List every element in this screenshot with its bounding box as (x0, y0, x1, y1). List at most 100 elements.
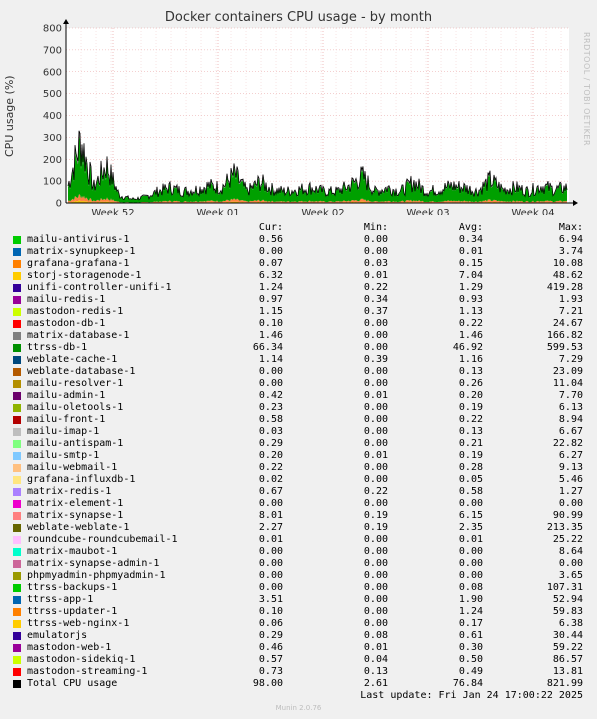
legend-swatch (13, 356, 21, 364)
legend-name: ttrss-app-1 (27, 594, 94, 605)
legend-name: mailu-redis-1 (27, 294, 106, 305)
legend-min: 0.37 (363, 306, 388, 317)
legend-avg: 0.13 (458, 366, 483, 377)
legend-swatch (13, 524, 21, 532)
legend-swatch (13, 464, 21, 472)
legend-row: weblate-weblate-1 2.27 0.19 2.35 213.35 (10, 522, 590, 534)
legend-name: mailu-antivirus-1 (27, 234, 130, 245)
legend-avg: 0.19 (458, 450, 483, 461)
legend-max: 6.27 (558, 450, 583, 461)
legend-name: mailu-webmail-1 (27, 462, 118, 473)
legend-swatch (13, 296, 21, 304)
legend-name: mailu-front-1 (27, 414, 106, 425)
legend-max: 107.31 (546, 582, 583, 593)
y-tick-label: 0 (56, 199, 62, 210)
legend-cur: 0.02 (258, 474, 283, 485)
legend-name: mailu-antispam-1 (27, 438, 124, 449)
legend-cur: 0.42 (258, 390, 283, 401)
legend-min: 0.00 (363, 378, 388, 389)
legend-name: ttrss-backups-1 (27, 582, 118, 593)
legend-name: ttrss-web-nginx-1 (27, 618, 130, 629)
x-tick-label: Week 04 (511, 208, 554, 215)
legend-cur: 0.29 (258, 438, 283, 449)
legend-name: roundcube-roundcubemail-1 (27, 534, 178, 545)
legend-max: 3.74 (558, 246, 583, 257)
legend-min: 0.13 (363, 666, 388, 677)
legend-avg: 0.00 (458, 558, 483, 569)
legend-cur: 1.24 (258, 282, 283, 293)
legend-name: mailu-oletools-1 (27, 402, 124, 413)
legend-avg: 46.92 (452, 342, 483, 353)
legend-table: Cur: Min: Avg: Max: mailu-antivirus-1 0.5… (10, 222, 590, 690)
x-tick-labels: Week 52 Week 01 Week 02 Week 03 Week 04 (91, 208, 554, 215)
legend-max: 11.04 (552, 378, 583, 389)
legend-cur: 0.20 (258, 450, 283, 461)
legend-max: 8.94 (558, 414, 583, 425)
legend-max: 86.57 (552, 654, 583, 665)
legend-min: 0.00 (363, 366, 388, 377)
y-tick-label: 800 (43, 24, 62, 35)
legend-cur: 0.01 (258, 534, 283, 545)
legend-name: grafana-grafana-1 (27, 258, 130, 269)
x-tick-label: Week 03 (406, 208, 449, 215)
legend-cur: 3.51 (258, 594, 283, 605)
legend-avg: 0.08 (458, 582, 483, 593)
legend-avg: 0.20 (458, 390, 483, 401)
header-max: Max: (558, 222, 583, 233)
y-tick-label: 100 (43, 177, 62, 188)
y-axis-arrow (63, 19, 69, 24)
legend-max: 419.28 (546, 282, 583, 293)
legend-name: mastodon-web-1 (27, 642, 112, 653)
legend-cur: 0.23 (258, 402, 283, 413)
legend-swatch (13, 548, 21, 556)
legend-swatch (13, 320, 21, 328)
legend-name: emulatorjs (27, 630, 88, 641)
legend-cur: 0.00 (258, 246, 283, 257)
legend-cur: 6.32 (258, 270, 283, 281)
legend-row: mailu-imap-1 0.03 0.00 0.13 6.67 (10, 426, 590, 438)
legend-name: unifi-controller-unifi-1 (27, 282, 172, 293)
legend-avg: 0.93 (458, 294, 483, 305)
legend-max: 599.53 (546, 342, 583, 353)
legend-avg: 6.15 (458, 510, 483, 521)
legend-swatch (13, 380, 21, 388)
legend-row: mastodon-redis-1 1.15 0.37 1.13 7.21 (10, 306, 590, 318)
legend-max: 48.62 (552, 270, 583, 281)
legend-name: matrix-redis-1 (27, 486, 112, 497)
legend-row: unifi-controller-unifi-1 1.24 0.22 1.29 419.… (10, 282, 590, 294)
legend-min: 0.03 (363, 258, 388, 269)
legend-min: 0.39 (363, 354, 388, 365)
legend-name: mastodon-streaming-1 (27, 666, 148, 677)
y-tick-label: 200 (43, 155, 62, 166)
legend-cur: 0.00 (258, 546, 283, 557)
legend-swatch (13, 500, 21, 508)
legend-min: 0.00 (363, 618, 388, 629)
legend-header: Cur: Min: Avg: Max: (10, 222, 590, 234)
legend-min: 0.04 (363, 654, 388, 665)
legend-row: matrix-maubot-1 0.00 0.00 0.00 8.64 (10, 546, 590, 558)
y-tick-label: 600 (43, 67, 62, 78)
legend-cur: 0.10 (258, 318, 283, 329)
x-axis-arrow (573, 200, 578, 206)
legend-max: 8.64 (558, 546, 583, 557)
legend-cur: 0.00 (258, 582, 283, 593)
legend-name: mastodon-sidekiq-1 (27, 654, 136, 665)
legend-avg: 1.16 (458, 354, 483, 365)
legend-cur: 0.73 (258, 666, 283, 677)
legend-swatch (13, 404, 21, 412)
legend-avg: 0.61 (458, 630, 483, 641)
legend-avg: 0.28 (458, 462, 483, 473)
legend-avg: 0.01 (458, 246, 483, 257)
legend-swatch (13, 668, 21, 676)
legend-max: 6.13 (558, 402, 583, 413)
legend-max: 0.00 (558, 498, 583, 509)
legend-min: 0.01 (363, 390, 388, 401)
header-avg: Avg: (458, 222, 483, 233)
legend-swatch (13, 572, 21, 580)
legend-name: ttrss-updater-1 (27, 606, 118, 617)
legend-name: ttrss-db-1 (27, 342, 88, 353)
legend-min: 0.34 (363, 294, 388, 305)
legend-avg: 1.24 (458, 606, 483, 617)
munin-version: Munin 2.0.76 (275, 704, 322, 712)
y-tick-label: 300 (43, 133, 62, 144)
